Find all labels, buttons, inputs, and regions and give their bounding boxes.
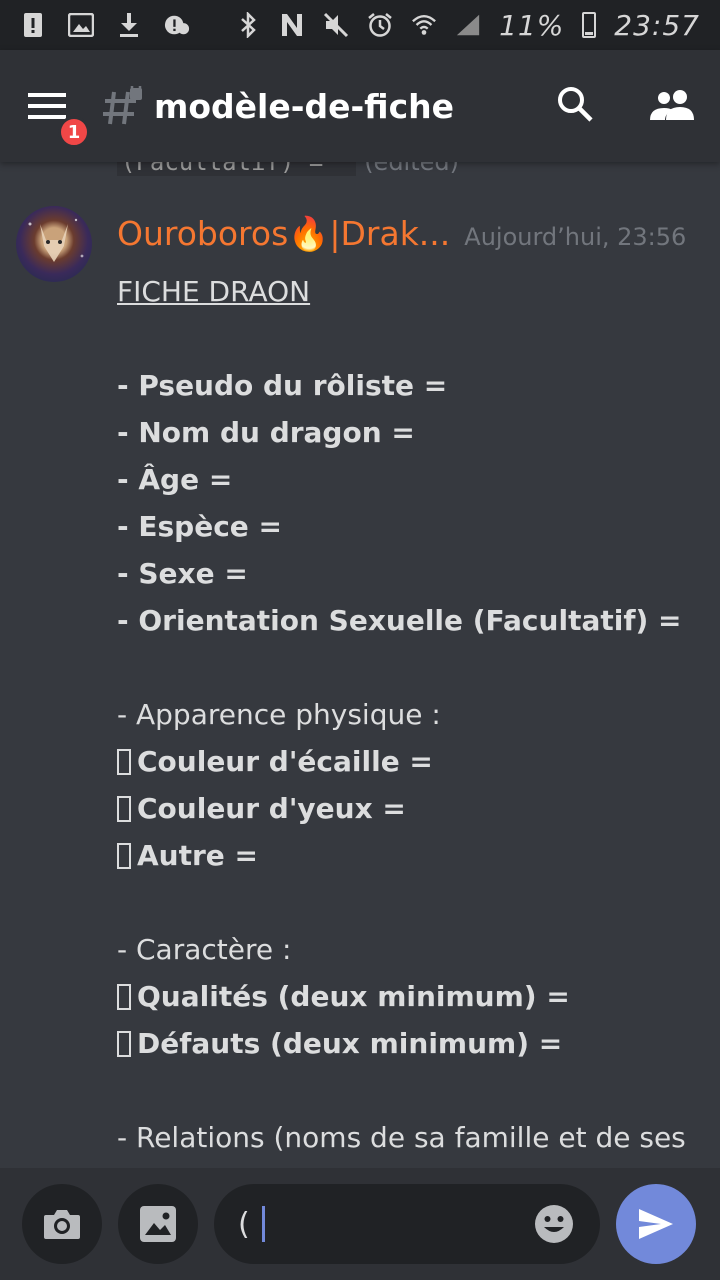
message-list[interactable]: (Facultatif) =^^ (edited) Ouroboros🔥|Dra… bbox=[0, 162, 720, 1168]
download-icon bbox=[116, 12, 142, 38]
members-button[interactable] bbox=[650, 88, 696, 124]
members-icon bbox=[650, 90, 694, 120]
message-line: - Apparence physique : bbox=[117, 698, 441, 731]
image-icon bbox=[140, 1206, 176, 1242]
previous-message-tail: (Facultatif) =^^ (edited) bbox=[117, 162, 459, 176]
battery-percent: 11% bbox=[499, 8, 565, 42]
wifi-icon bbox=[411, 12, 437, 38]
composer-bar bbox=[0, 1168, 720, 1280]
channel-title: modèle-de-fiche bbox=[154, 86, 455, 126]
message-body: FICHE DRAON - Pseudo du rôliste = - Nom … bbox=[117, 268, 697, 1161]
notification-badge: 1 bbox=[58, 116, 90, 148]
clock: 23:57 bbox=[614, 8, 700, 42]
message-input[interactable] bbox=[238, 1206, 258, 1242]
image-icon bbox=[68, 12, 94, 38]
avatar[interactable] bbox=[16, 206, 92, 282]
message-line: - Nom du dragon = bbox=[117, 416, 415, 449]
status-bar: 11% 23:57 bbox=[0, 0, 720, 50]
message-line: - Espèce = bbox=[117, 510, 282, 543]
message-line: - Âge = bbox=[117, 463, 233, 496]
missing-glyph-icon bbox=[117, 984, 131, 1010]
text-caret bbox=[262, 1206, 265, 1242]
missing-glyph-icon bbox=[117, 796, 131, 822]
search-icon bbox=[558, 87, 593, 122]
send-button[interactable] bbox=[616, 1184, 696, 1264]
message-line-item: Couleur d'yeux = bbox=[117, 785, 697, 832]
message-line: - Relations (noms de sa famille et de se… bbox=[117, 1121, 686, 1154]
bluetooth-icon bbox=[235, 12, 261, 38]
message-title: FICHE DRAON bbox=[117, 275, 311, 308]
emoji-button[interactable] bbox=[534, 1204, 574, 1244]
mute-icon bbox=[323, 12, 349, 38]
missing-glyph-icon bbox=[117, 843, 131, 869]
hamburger-icon bbox=[28, 93, 66, 119]
menu-button[interactable]: 1 bbox=[28, 86, 90, 148]
search-button[interactable] bbox=[556, 85, 594, 127]
message-line: - Orientation Sexuelle (Facultatif) = bbox=[117, 604, 682, 637]
channel-header: 1 modèle-de-fiche bbox=[0, 50, 720, 162]
message-input-wrapper[interactable] bbox=[214, 1184, 600, 1264]
message-line-item: Couleur d'écaille = bbox=[117, 738, 697, 785]
missing-glyph-icon bbox=[117, 1031, 131, 1057]
signal-icon bbox=[455, 12, 481, 38]
camera-icon bbox=[44, 1210, 80, 1239]
locked-channel-icon bbox=[102, 81, 142, 126]
nfc-icon bbox=[279, 12, 305, 38]
message-author[interactable]: Ouroboros🔥|Drak... bbox=[117, 214, 450, 254]
send-icon bbox=[639, 1209, 673, 1239]
message-line: - Sexe = bbox=[117, 557, 248, 590]
cloud-alert-icon bbox=[164, 12, 190, 38]
message-line: - Pseudo du rôliste = bbox=[117, 369, 448, 402]
message-line: - Caractère : bbox=[117, 933, 292, 966]
battery-icon bbox=[582, 12, 597, 38]
alarm-icon bbox=[367, 12, 393, 38]
emoji-icon bbox=[535, 1205, 573, 1243]
message-line-item: Défauts (deux minimum) = bbox=[117, 1020, 697, 1067]
camera-button[interactable] bbox=[22, 1184, 102, 1264]
message-timestamp: Aujourd’hui, 23:56 bbox=[464, 223, 687, 251]
alert-icon bbox=[20, 12, 46, 38]
edited-label: (edited) bbox=[364, 162, 459, 176]
missing-glyph-icon bbox=[117, 749, 131, 775]
previous-message-code: (Facultatif) =^^ bbox=[117, 162, 357, 176]
message-line-item: Autre = bbox=[117, 832, 697, 879]
image-upload-button[interactable] bbox=[118, 1184, 198, 1264]
message-line-item: Qualités (deux minimum) = bbox=[117, 973, 697, 1020]
